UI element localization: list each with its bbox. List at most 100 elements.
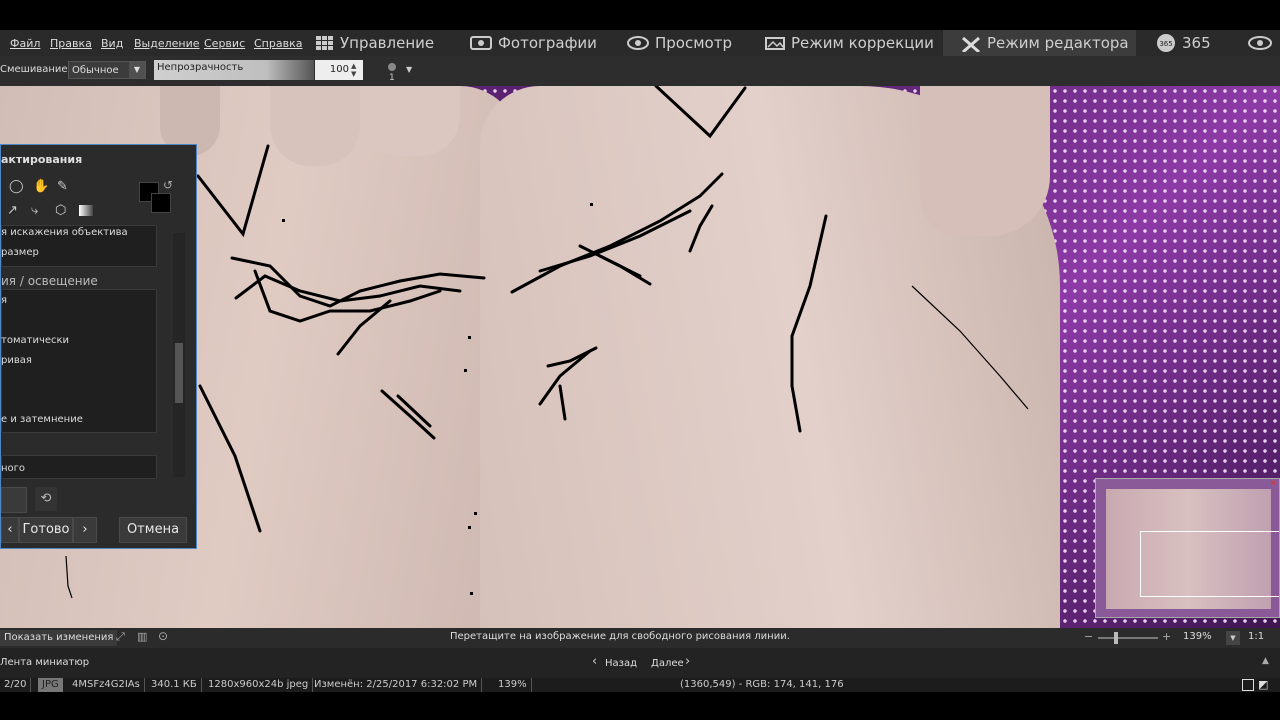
tab-label: 365 (1182, 34, 1211, 52)
tab-editor[interactable]: Режим редактора (943, 30, 1136, 56)
eye-settings-icon (1248, 36, 1272, 50)
tool-row-1: ◯ ✋ ✎ (9, 179, 149, 197)
title-bar (0, 0, 1280, 30)
edit-panel: актирования ◯ ✋ ✎ ↺ ↗ ⤷ ⬡ я искажения об… (0, 144, 197, 549)
image-dims: 1280x960x24b jpeg (204, 678, 314, 692)
tab-view[interactable]: Просмотр (627, 30, 732, 56)
blend-mode-select[interactable]: Обычное ▼ (68, 61, 146, 79)
zoom-out-icon[interactable]: − (1084, 630, 1093, 643)
brush-dropdown-icon[interactable]: ▼ (406, 65, 412, 74)
zoom-slider-thumb[interactable] (1114, 632, 1118, 644)
pen-icon[interactable]: ✎ (57, 179, 68, 194)
swap-colors-icon[interactable]: ↺ (163, 178, 173, 192)
done-button[interactable]: Готово (19, 517, 73, 543)
ratio-button[interactable]: 1:1 (1248, 631, 1264, 642)
close-icon[interactable]: ✕ (1269, 479, 1277, 489)
eye-icon (627, 36, 649, 50)
tab-label: Режим коррекции (791, 34, 934, 52)
filmstrip-label[interactable]: Лента миниатюр (0, 657, 89, 668)
tab-label: Фотографии (498, 34, 597, 52)
list-item[interactable]: размер (1, 247, 39, 258)
tab-label: Режим редактора (987, 34, 1129, 52)
tab-photos[interactable]: Фотографии (470, 30, 597, 56)
pixel-info: (1360,549) - RGB: 174, 141, 176 (680, 679, 844, 690)
menu-tools[interactable]: Сервис (204, 37, 245, 50)
menu-select[interactable]: Выделение (134, 37, 200, 50)
list-item[interactable]: томатически (1, 335, 69, 346)
list-item[interactable]: ривая (1, 355, 32, 366)
tab-develop[interactable]: Режим коррекции (765, 30, 934, 56)
zoom-value[interactable]: 139% (1183, 631, 1212, 642)
lasso-icon[interactable]: ◯ (9, 179, 24, 194)
status-bar: Показать изменения ⤢ ▥ ⊙ Перетащите на и… (0, 628, 1280, 648)
window-icon[interactable] (1242, 679, 1254, 691)
collapse-icon[interactable]: ▲ (1262, 656, 1269, 666)
show-changes-button[interactable]: Показать изменения (0, 630, 118, 646)
modified-date: Изменён: 2/25/2017 6:32:02 PM (310, 678, 483, 692)
file-size: 340.1 КБ (147, 678, 202, 692)
tab-365[interactable]: 365 365 (1156, 30, 1211, 56)
panel-input[interactable] (1, 487, 27, 513)
curve-icon[interactable]: ⤷ (31, 203, 38, 218)
list-item[interactable]: е и затемнение (1, 414, 83, 425)
histogram-icon[interactable]: ▥ (137, 630, 147, 643)
format-badge: JPG (38, 678, 63, 692)
line-icon[interactable]: ↗ (7, 203, 18, 218)
panel-title: актирования (1, 153, 83, 166)
zoom-slider[interactable] (1098, 637, 1158, 639)
hint-text: Перетащите на изображение для свободного… (450, 631, 790, 642)
list-item[interactable]: я искажения объектива (1, 227, 128, 238)
svg-text:365: 365 (1159, 40, 1172, 48)
prev-button[interactable]: ‹ (1, 517, 19, 543)
bottom-bar (0, 692, 1280, 720)
info-bar: 2/20 JPG 4MSFz4G2IAs 340.1 КБ 1280x960x2… (0, 678, 1280, 692)
menu-file[interactable]: Файл (10, 37, 40, 50)
zoom-dropdown-icon[interactable]: ▼ (1226, 631, 1240, 645)
tab-label: Управление (340, 34, 435, 52)
chevron-left-icon[interactable]: ‹ (592, 654, 597, 669)
list-item[interactable]: я (1, 295, 7, 306)
develop-icon (765, 36, 785, 50)
spinner-icon[interactable]: ▲ ▼ (351, 62, 356, 78)
filmstrip-bar: Лента миниатюр ‹ Назад Далее › ▲ (0, 648, 1280, 678)
menu-view[interactable]: Вид (101, 37, 123, 50)
tab-manage[interactable]: Управление (316, 30, 434, 56)
fullscreen-toggle-icon[interactable]: ◩ (1258, 678, 1268, 691)
opacity-value: 100 (329, 64, 349, 75)
menu-help[interactable]: Справка (254, 37, 302, 50)
reset-icon[interactable]: ⟲ (35, 487, 57, 511)
fullscreen-icon[interactable]: ⤢ (116, 630, 125, 644)
photos-icon (470, 36, 492, 50)
filename: 4MSFz4G2IAs (68, 678, 145, 692)
opacity-label: Непрозрачность (157, 62, 244, 73)
next-button[interactable]: › (73, 517, 97, 543)
brush-size: 1 (389, 73, 395, 83)
image-index: 2/20 (0, 678, 32, 692)
panel-scrollbar[interactable] (173, 233, 185, 477)
background-color[interactable] (151, 193, 171, 213)
cancel-button[interactable]: Отмена (119, 517, 187, 543)
section-header[interactable]: ия / освещение (1, 274, 98, 288)
back-button[interactable]: Назад (605, 658, 637, 669)
navigator-thumbnail[interactable]: ✕ (1095, 478, 1280, 618)
menu-edit[interactable]: Правка (50, 37, 92, 50)
navigator-viewport[interactable] (1140, 531, 1279, 597)
blend-label: Смешивание: (0, 64, 71, 75)
chevron-down-icon: ▼ (129, 62, 145, 78)
opacity-slider[interactable]: Непрозрачность (154, 60, 314, 80)
365-icon: 365 (1156, 33, 1176, 53)
next-image-button[interactable]: Далее (651, 658, 684, 669)
scroll-thumb[interactable] (175, 343, 183, 403)
tab-label: Просмотр (655, 34, 732, 52)
play-icon[interactable]: ⊙ (158, 629, 168, 643)
info-zoom: 139% (494, 678, 532, 692)
list-item[interactable]: ного (1, 463, 25, 474)
polygon-icon[interactable]: ⬡ (55, 203, 66, 218)
eye-settings-button[interactable] (1248, 30, 1278, 56)
brush-icon[interactable] (388, 63, 396, 71)
chevron-right-icon[interactable]: › (685, 654, 690, 669)
blend-value: Обычное (72, 65, 119, 76)
zoom-in-icon[interactable]: + (1162, 630, 1171, 643)
smart-select-icon[interactable]: ✋ (33, 179, 49, 194)
gradient-icon[interactable] (79, 205, 93, 216)
